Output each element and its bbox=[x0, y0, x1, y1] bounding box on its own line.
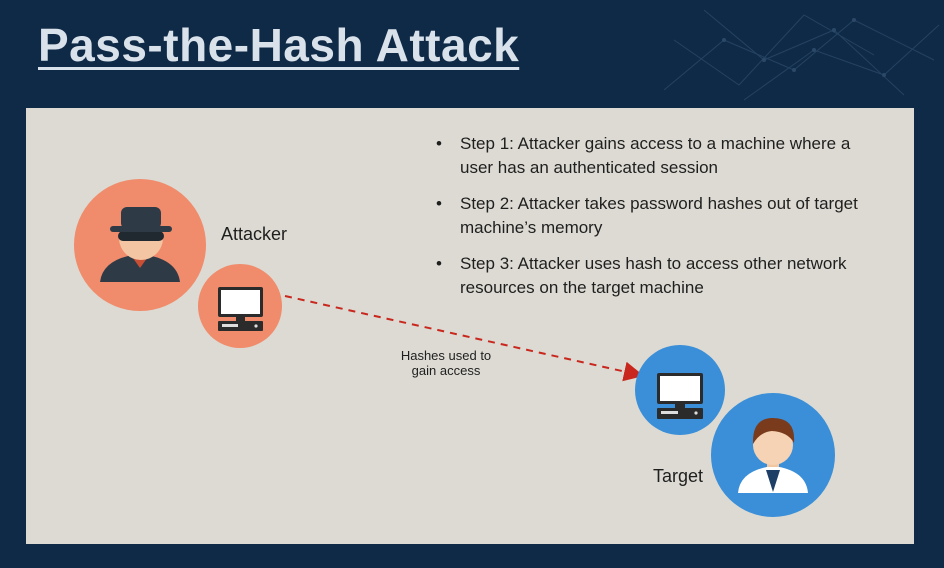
businessman-icon bbox=[711, 393, 835, 517]
target-computer-icon bbox=[635, 345, 725, 435]
attacker-computer-icon bbox=[198, 264, 282, 348]
hacker-icon bbox=[74, 179, 206, 311]
hash-transfer-arrow bbox=[284, 295, 644, 382]
diagram-artwork bbox=[74, 179, 835, 517]
